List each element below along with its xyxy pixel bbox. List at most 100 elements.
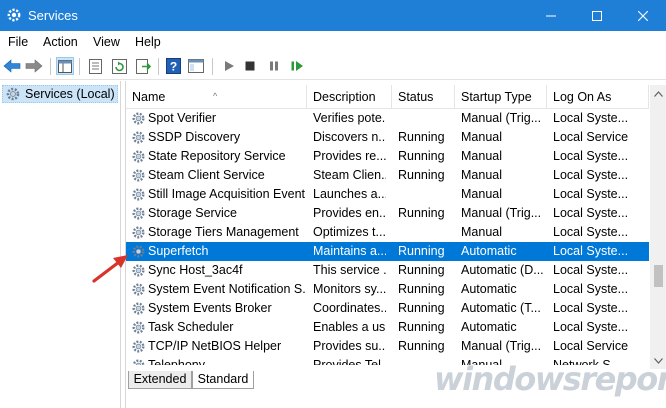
service-row[interactable]: State Repository Service Provides re... Ru… <box>126 147 649 166</box>
services-rows: Spot Verifier Verifies pote... Manual (Tri… <box>126 109 649 365</box>
maximize-icon <box>592 10 602 21</box>
cell-description: Coordinates... <box>313 301 386 315</box>
column-header-startup-type[interactable]: Startup Type <box>455 85 547 109</box>
tab-standard[interactable]: Standard <box>192 371 254 389</box>
service-row[interactable]: SSDP Discovery Discovers n... Running Manua… <box>126 128 649 147</box>
show-hide-tree-button[interactable] <box>56 57 74 75</box>
column-header-label: Name <box>132 90 166 104</box>
cell-name: SSDP Discovery <box>148 130 241 144</box>
play-icon <box>225 61 234 71</box>
menu-view[interactable]: View <box>93 35 120 49</box>
scroll-up-button[interactable] <box>650 85 666 102</box>
help-icon: ? <box>165 58 181 74</box>
cell-status: Running <box>398 130 445 144</box>
service-row[interactable]: Superfetch Maintains a... Running Automatic… <box>126 242 649 261</box>
column-header-description[interactable]: Description <box>307 85 392 109</box>
cell-startup-type: Automatic <box>461 320 517 334</box>
show-tree-icon <box>58 59 72 73</box>
properties-button[interactable] <box>86 57 104 75</box>
start-service-button[interactable] <box>220 57 238 75</box>
cell-name: System Event Notification S... <box>148 282 305 296</box>
cell-status: Running <box>398 282 445 296</box>
cell-description: Provides en... <box>313 206 386 220</box>
window-title: Services <box>28 8 78 23</box>
column-header-status[interactable]: Status <box>392 85 455 109</box>
tree-item-services-local[interactable]: Services (Local) <box>2 85 118 103</box>
service-gear-icon <box>132 226 145 239</box>
cell-name: Steam Client Service <box>148 168 265 182</box>
menu-help[interactable]: Help <box>135 35 161 49</box>
cell-startup-type: Automatic (T... <box>461 301 541 315</box>
toolbar-separator <box>212 58 213 75</box>
service-gear-icon <box>132 283 145 296</box>
cell-status: Running <box>398 206 445 220</box>
help-button[interactable]: ? <box>164 57 182 75</box>
close-icon <box>638 10 648 21</box>
service-row[interactable]: Still Image Acquisition Events Launches a… <box>126 185 649 204</box>
service-row[interactable]: System Events Broker Coordinates... Runnin… <box>126 299 649 318</box>
forward-button[interactable] <box>25 57 43 75</box>
cell-startup-type: Manual <box>461 168 502 182</box>
back-button[interactable] <box>3 57 21 75</box>
service-row[interactable]: Task Scheduler Enables a us... Running Auto… <box>126 318 649 337</box>
service-row[interactable]: Steam Client Service Steam Clien... Runnin… <box>126 166 649 185</box>
vertical-scrollbar[interactable] <box>650 85 666 369</box>
service-row[interactable]: Spot Verifier Verifies pote... Manual (Tri… <box>126 109 649 128</box>
service-row[interactable]: Storage Tiers Management Optimizes t... Ma… <box>126 223 649 242</box>
cell-description: Provides su... <box>313 339 386 353</box>
cell-description: Steam Clien... <box>313 168 386 182</box>
maximize-button[interactable] <box>574 0 620 31</box>
services-gear-icon <box>6 87 20 101</box>
cell-name: Superfetch <box>148 244 209 258</box>
toolbar-separator <box>50 58 51 75</box>
menu-action[interactable]: Action <box>43 35 78 49</box>
back-arrow-icon <box>3 59 21 73</box>
cell-name: Storage Tiers Management <box>148 225 299 239</box>
watermark-logo: windowsreport <box>430 352 666 408</box>
pause-service-button[interactable] <box>265 57 283 75</box>
chevron-up-icon <box>654 90 663 97</box>
cell-description: Verifies pote... <box>313 111 386 125</box>
sort-ascending-icon: ^ <box>213 91 218 101</box>
toolbar: ? <box>0 53 666 80</box>
cell-name: Sync Host_3ac4f <box>148 263 243 277</box>
cell-startup-type: Manual <box>461 187 502 201</box>
export-list-button[interactable] <box>134 57 152 75</box>
column-header-name[interactable]: Name ^ <box>126 85 307 109</box>
service-row[interactable]: Sync Host_3ac4f This service ... Running Au… <box>126 261 649 280</box>
cell-description: Monitors sy... <box>313 282 386 296</box>
cell-name: Telephony <box>148 358 205 365</box>
title-bar: Services <box>0 0 666 31</box>
cell-log-on-as: Local Syste... <box>553 225 629 239</box>
close-button[interactable] <box>620 0 666 31</box>
stop-icon <box>245 61 255 71</box>
cell-description: Discovers n... <box>313 130 386 144</box>
cell-status: Running <box>398 149 445 163</box>
service-gear-icon <box>132 169 145 182</box>
svg-text:?: ? <box>169 60 176 74</box>
service-gear-icon <box>132 302 145 315</box>
refresh-button[interactable] <box>110 57 128 75</box>
scrollbar-thumb[interactable] <box>654 265 663 287</box>
minimize-button[interactable] <box>528 0 574 31</box>
stop-service-button[interactable] <box>241 57 259 75</box>
cell-description: Optimizes t... <box>313 225 386 239</box>
cell-description: This service ... <box>313 263 386 277</box>
cell-startup-type: Manual (Trig... <box>461 111 542 125</box>
menu-file[interactable]: File <box>8 35 28 49</box>
service-gear-icon <box>132 112 145 125</box>
console-button[interactable] <box>187 57 205 75</box>
cell-log-on-as: Local Syste... <box>553 301 629 315</box>
column-header-log-on-as[interactable]: Log On As <box>547 85 649 109</box>
service-row[interactable]: System Event Notification S... Monitors s… <box>126 280 649 299</box>
cell-log-on-as: Local Syste... <box>553 168 629 182</box>
service-gear-icon <box>132 207 145 220</box>
cell-startup-type: Automatic <box>461 244 517 258</box>
tree-item-label: Services (Local) <box>25 87 115 101</box>
cell-log-on-as: Local Syste... <box>553 320 629 334</box>
restart-service-button[interactable] <box>288 57 306 75</box>
console-icon <box>188 59 204 73</box>
tab-extended[interactable]: Extended <box>128 371 192 389</box>
service-row[interactable]: Storage Service Provides en... Running Manu… <box>126 204 649 223</box>
services-gear-icon <box>7 8 21 22</box>
